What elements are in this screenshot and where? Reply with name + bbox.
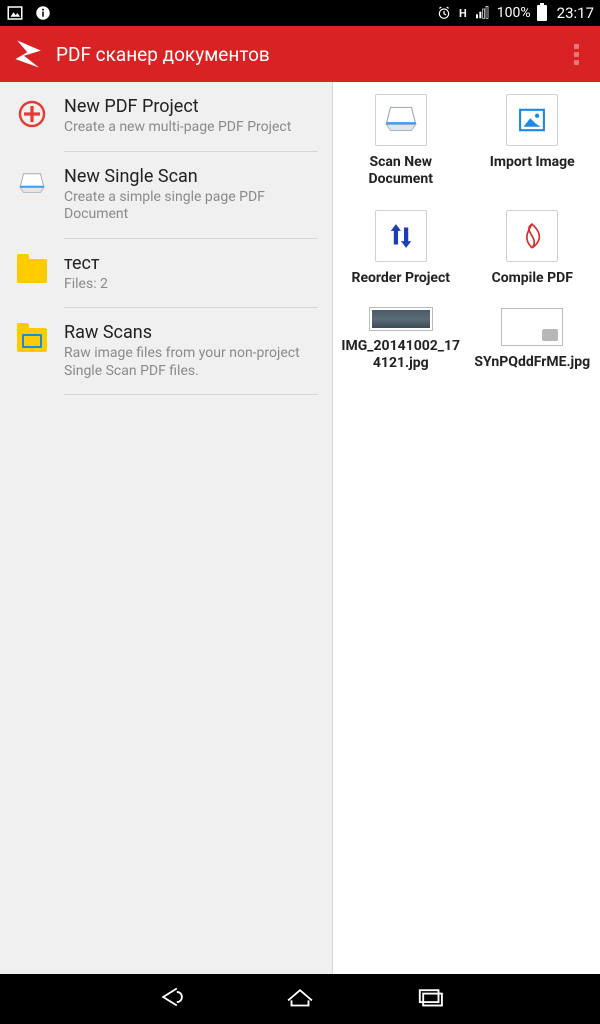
plus-circle-icon <box>14 96 50 132</box>
pdf-icon <box>506 210 558 262</box>
scanner-icon <box>375 94 427 146</box>
back-button[interactable] <box>153 980 187 1018</box>
list-item-new-single-scan[interactable]: New Single Scan Create a simple single p… <box>0 152 332 239</box>
folder-icon <box>14 253 50 289</box>
image-icon <box>506 94 558 146</box>
list-item-project-test[interactable]: тест Files: 2 <box>0 239 332 309</box>
tile-label: Compile PDF <box>492 270 573 287</box>
recent-apps-button[interactable] <box>413 980 447 1018</box>
thumbnail-icon <box>370 308 432 330</box>
tile-reorder-project[interactable]: Reorder Project <box>337 210 465 287</box>
file-label: IMG_20141002_174121.jpg <box>341 338 461 372</box>
status-bar: H 100% 23:17 <box>0 0 600 26</box>
right-pane: Scan New Document Import Image <box>332 82 600 974</box>
thumbnail-icon <box>501 308 563 346</box>
app-logo-icon <box>12 37 46 71</box>
tile-compile-pdf[interactable]: Compile PDF <box>469 210 597 287</box>
tile-label: Import Image <box>490 154 575 171</box>
app-bar: PDF сканер документов <box>0 26 600 82</box>
folder-image-icon <box>14 322 50 358</box>
tile-scan-new-document[interactable]: Scan New Document <box>337 94 465 188</box>
list-item-title: New Single Scan <box>64 166 318 187</box>
tile-label: Scan New Document <box>341 154 461 188</box>
alarm-icon <box>435 4 453 22</box>
list-item-subtitle: Create a simple single page PDF Document <box>64 189 318 224</box>
scanner-icon <box>14 166 50 202</box>
network-type: H <box>459 7 467 20</box>
tile-label: Reorder Project <box>351 270 450 287</box>
home-button[interactable] <box>283 980 317 1018</box>
battery-percent: 100% <box>497 5 531 21</box>
overflow-menu-button[interactable] <box>564 36 588 73</box>
list-item-raw-scans[interactable]: Raw Scans Raw image files from your non-… <box>0 308 332 395</box>
reorder-icon <box>375 210 427 262</box>
file-label: SYnPQddFrME.jpg <box>474 354 590 371</box>
list-item-title: Raw Scans <box>64 322 318 343</box>
file-thumbnail-1[interactable]: IMG_20141002_174121.jpg <box>337 308 465 372</box>
list-item-subtitle: Raw image files from your non-project Si… <box>64 345 318 380</box>
list-item-title: тест <box>64 253 318 274</box>
content-area: New PDF Project Create a new multi-page … <box>0 82 600 974</box>
app-title: PDF сканер документов <box>56 43 270 66</box>
tile-import-image[interactable]: Import Image <box>469 94 597 188</box>
list-item-subtitle: Files: 2 <box>64 276 318 294</box>
list-item-title: New PDF Project <box>64 96 318 117</box>
signal-icon <box>473 4 491 22</box>
system-nav-bar <box>0 974 600 1024</box>
list-item-subtitle: Create a new multi-page PDF Project <box>64 119 318 137</box>
clock: 23:17 <box>557 4 594 22</box>
picture-icon <box>6 4 24 22</box>
info-icon <box>34 4 52 22</box>
list-item-new-pdf-project[interactable]: New PDF Project Create a new multi-page … <box>0 82 332 152</box>
file-thumbnail-2[interactable]: SYnPQddFrME.jpg <box>469 308 597 372</box>
left-pane: New PDF Project Create a new multi-page … <box>0 82 332 974</box>
battery-icon <box>537 5 547 21</box>
